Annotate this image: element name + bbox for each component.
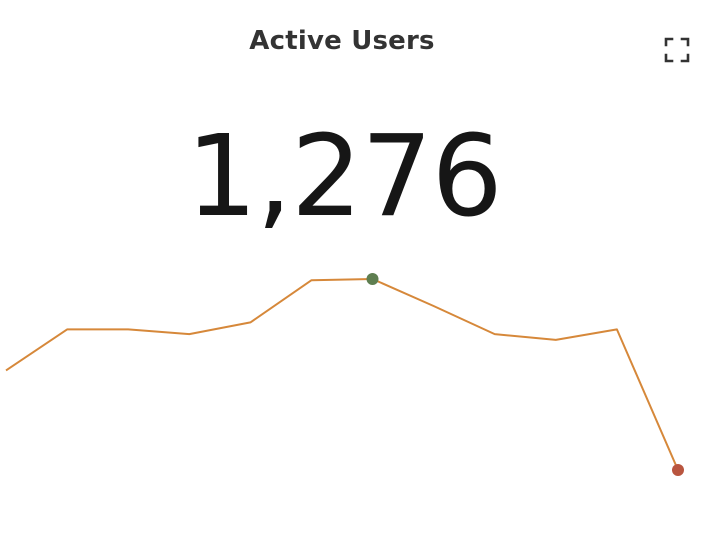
expand-button[interactable]: [660, 33, 694, 67]
metric-value: 1,276: [186, 112, 503, 242]
sparkline-chart: [5, 273, 684, 476]
sparkline-series-line: [5, 278, 679, 471]
card-title: Active Users: [249, 26, 435, 56]
active-users-card: Active Users 1,276: [0, 0, 710, 554]
last-value-point: [672, 464, 684, 476]
expand-icon: [664, 37, 690, 63]
max-value-point: [366, 273, 379, 285]
